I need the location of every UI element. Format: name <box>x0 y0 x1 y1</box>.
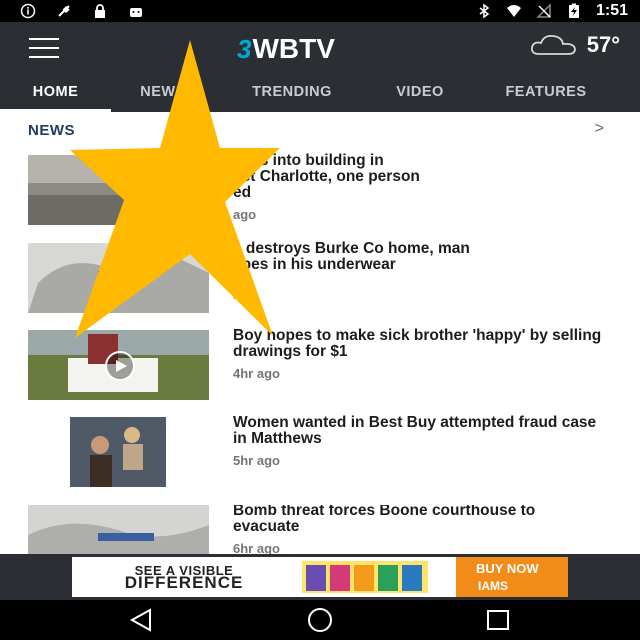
clock: 1:51 <box>595 2 628 19</box>
system-nav-bar <box>0 600 640 640</box>
article-headline: Boy hopes to make sick brother 'happy' b… <box>233 327 602 360</box>
weather-widget[interactable]: 57° <box>529 32 620 58</box>
article-headline: e destroys Burke Co home, man apes in hi… <box>233 240 470 273</box>
battery-charging-icon <box>568 3 579 18</box>
article-thumbnail <box>28 243 209 313</box>
article-item[interactable]: Boy hopes to make sick brother 'happy' b… <box>28 327 608 402</box>
back-icon[interactable] <box>122 606 162 634</box>
wifi-icon <box>506 5 521 17</box>
article-headline: shes into building in ast Charlotte, one… <box>233 152 420 201</box>
home-icon[interactable] <box>300 606 340 634</box>
tab-home[interactable]: HOME <box>0 74 111 112</box>
article-age: 4hr ago <box>233 366 280 381</box>
article-age: 6hr ago <box>233 541 280 554</box>
article-item[interactable]: shes into building in ast Charlotte, one… <box>28 152 608 227</box>
app-bar: 3 WBTV 57° HOME NEWS TRENDING VIDEO FEAT… <box>0 22 640 112</box>
tab-news[interactable]: NEWS <box>111 74 215 112</box>
article-age: 5hr ago <box>233 453 280 468</box>
article-item[interactable]: Bomb threat forces Boone courthouse to e… <box>28 505 608 554</box>
info-icon <box>20 3 36 19</box>
article-thumbnail <box>28 155 209 225</box>
temperature: 57° <box>586 32 620 57</box>
android-icon <box>130 8 142 17</box>
tab-features[interactable]: FEATURES <box>471 74 621 112</box>
article-item[interactable]: e destroys Burke Co home, man apes in hi… <box>28 240 608 315</box>
article-thumbnail <box>28 505 209 554</box>
status-bar: 1:51 <box>0 0 640 22</box>
logo-prefix: 3 <box>237 33 252 64</box>
wbtv-logo: 3 WBTV <box>237 33 335 65</box>
lock-icon <box>95 4 105 18</box>
article-headline: Women wanted in Best Buy attempted fraud… <box>233 414 597 447</box>
cloud-icon <box>530 34 576 55</box>
article-thumbnail <box>28 330 209 400</box>
article-thumbnail <box>28 417 209 487</box>
hamburger-menu-icon[interactable] <box>29 38 59 58</box>
section-title: NEWS <box>28 122 75 139</box>
tab-trending[interactable]: TRENDING <box>215 74 369 112</box>
logo-text: WBTV <box>252 33 335 64</box>
tab-bar: HOME NEWS TRENDING VIDEO FEATURES <box>0 74 640 112</box>
ad-bar: SEE A VISIBLE DIFFERENCE BUY NOW IAMS <box>0 554 640 600</box>
ad-products-image <box>302 561 428 593</box>
article-age: ago <box>233 207 257 222</box>
chevron-right-icon[interactable]: > <box>595 120 604 138</box>
no-signal-icon <box>536 3 551 18</box>
article-age: ago <box>233 287 257 302</box>
no-gps-icon <box>58 5 70 17</box>
ad-cta[interactable]: BUY NOW IAMS <box>456 557 568 597</box>
tab-video[interactable]: VIDEO <box>369 74 471 112</box>
bluetooth-icon <box>479 3 490 19</box>
recents-icon[interactable] <box>478 606 518 634</box>
ad-buy-now: BUY NOW <box>476 561 539 576</box>
ad-brand: IAMS <box>478 579 508 593</box>
news-section-header[interactable]: NEWS > <box>28 120 608 142</box>
article-item[interactable]: Women wanted in Best Buy attempted fraud… <box>28 414 608 489</box>
article-headline: Bomb threat forces Boone courthouse to e… <box>233 505 536 535</box>
ad-banner[interactable]: SEE A VISIBLE DIFFERENCE BUY NOW IAMS <box>72 557 568 597</box>
ad-line2: DIFFERENCE <box>124 573 244 592</box>
